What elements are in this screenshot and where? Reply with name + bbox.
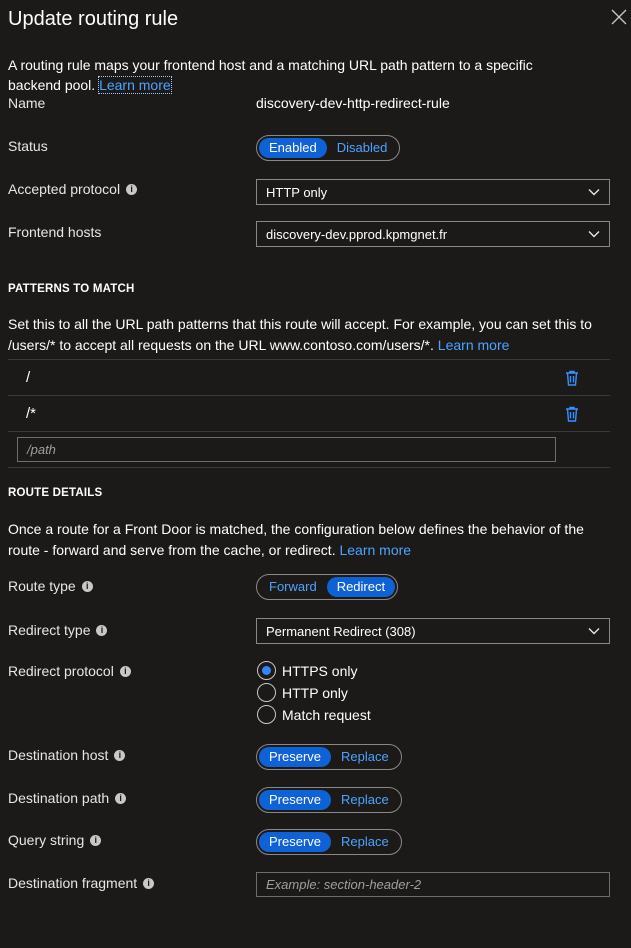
name-value: discovery-dev-http-redirect-rule (256, 95, 450, 111)
radio-match-request[interactable]: Match request (257, 705, 371, 724)
destination-host-preserve-option[interactable]: Preserve (259, 747, 332, 767)
divider (8, 359, 610, 360)
destination-path-preserve-option[interactable]: Preserve (259, 790, 332, 810)
patterns-learn-more-link[interactable]: Learn more (438, 337, 510, 353)
accepted-protocol-select[interactable]: HTTP only (256, 179, 610, 205)
destination-host-label: Destination host i (8, 747, 126, 763)
pattern-item: / (26, 369, 31, 386)
intro-text: A routing rule maps your frontend host a… (8, 55, 568, 95)
route-type-label: Route type i (8, 578, 93, 594)
radio-http-only[interactable]: HTTP only (257, 683, 348, 702)
redirect-type-value: Permanent Redirect (308) (266, 623, 416, 639)
info-icon[interactable]: i (143, 877, 155, 889)
radio-selected-icon[interactable] (257, 661, 276, 680)
query-string-toggle[interactable]: Preserve Replace (256, 829, 402, 855)
info-icon[interactable]: i (96, 624, 108, 636)
divider (8, 431, 610, 432)
pattern-item: /* (26, 405, 37, 422)
destination-path-replace-option[interactable]: Replace (331, 790, 399, 810)
redirect-protocol-label: Redirect protocol i (8, 663, 131, 679)
path-input[interactable]: /path (17, 437, 556, 462)
chevron-down-icon (588, 189, 600, 196)
info-icon[interactable]: i (114, 749, 126, 761)
route-description: Once a route for a Front Door is matched… (8, 519, 608, 561)
radio-label: Match request (282, 706, 371, 723)
info-icon[interactable]: i (90, 834, 102, 846)
intro-description: A routing rule maps your frontend host a… (8, 57, 533, 93)
intro-learn-more-link[interactable]: Learn more (98, 76, 172, 94)
route-type-forward-option[interactable]: Forward (259, 577, 327, 597)
destination-host-replace-option[interactable]: Replace (331, 747, 399, 767)
chevron-down-icon (588, 231, 600, 238)
frontend-hosts-select[interactable]: discovery-dev.pprod.kpmgnet.fr (256, 221, 610, 247)
destination-fragment-label: Destination fragment i (8, 875, 155, 891)
query-string-label: Query string i (8, 832, 102, 848)
panel-title: Update routing rule (8, 8, 179, 30)
status-label: Status (8, 138, 48, 154)
destination-fragment-input[interactable]: Example: section-header-2 (256, 872, 610, 897)
redirect-type-label-text: Redirect type (8, 622, 91, 638)
trash-icon[interactable] (565, 406, 579, 422)
info-icon[interactable]: i (81, 580, 93, 592)
route-type-label-text: Route type (8, 578, 76, 594)
divider (8, 395, 610, 396)
radio-https-only[interactable]: HTTPS only (257, 661, 357, 680)
redirect-protocol-label-text: Redirect protocol (8, 663, 114, 679)
radio-icon[interactable] (257, 705, 276, 724)
status-toggle[interactable]: Enabled Disabled (256, 135, 401, 161)
route-type-toggle[interactable]: Forward Redirect (256, 574, 399, 600)
route-type-redirect-option[interactable]: Redirect (326, 577, 396, 597)
status-disabled-option[interactable]: Disabled (327, 138, 398, 158)
destination-path-label: Destination path i (8, 790, 127, 806)
info-icon[interactable]: i (115, 792, 127, 804)
redirect-type-label: Redirect type i (8, 622, 108, 638)
patterns-description: Set this to all the URL path patterns th… (8, 314, 608, 356)
name-label: Name (8, 95, 46, 111)
frontend-hosts-label: Frontend hosts (8, 224, 102, 240)
radio-label: HTTP only (282, 684, 348, 701)
status-enabled-option[interactable]: Enabled (259, 138, 327, 158)
query-string-preserve-option[interactable]: Preserve (259, 832, 332, 852)
radio-label: HTTPS only (282, 662, 358, 679)
chevron-down-icon (588, 628, 600, 635)
trash-icon[interactable] (565, 370, 579, 386)
destination-host-label-text: Destination host (8, 747, 109, 763)
frontend-hosts-value: discovery-dev.pprod.kpmgnet.fr (266, 226, 448, 242)
accepted-protocol-label-text: Accepted protocol (8, 181, 121, 197)
route-description-text: Once a route for a Front Door is matched… (8, 521, 584, 558)
divider (8, 467, 610, 468)
destination-path-toggle[interactable]: Preserve Replace (256, 787, 402, 813)
radio-icon[interactable] (257, 683, 276, 702)
accepted-protocol-label: Accepted protocol i (8, 181, 138, 197)
query-string-replace-option[interactable]: Replace (331, 832, 399, 852)
destination-host-toggle[interactable]: Preserve Replace (256, 744, 402, 770)
info-icon[interactable]: i (126, 183, 138, 195)
accepted-protocol-value: HTTP only (266, 184, 328, 200)
close-icon[interactable] (610, 8, 628, 26)
query-string-label-text: Query string (8, 832, 85, 848)
route-learn-more-link[interactable]: Learn more (339, 542, 411, 558)
route-details-heading: ROUTE DETAILS (8, 487, 103, 499)
info-icon[interactable]: i (119, 665, 131, 677)
destination-path-label-text: Destination path (8, 790, 110, 806)
patterns-heading: PATTERNS TO MATCH (8, 283, 135, 295)
destination-fragment-label-text: Destination fragment (8, 875, 138, 891)
redirect-type-select[interactable]: Permanent Redirect (308) (256, 618, 610, 644)
